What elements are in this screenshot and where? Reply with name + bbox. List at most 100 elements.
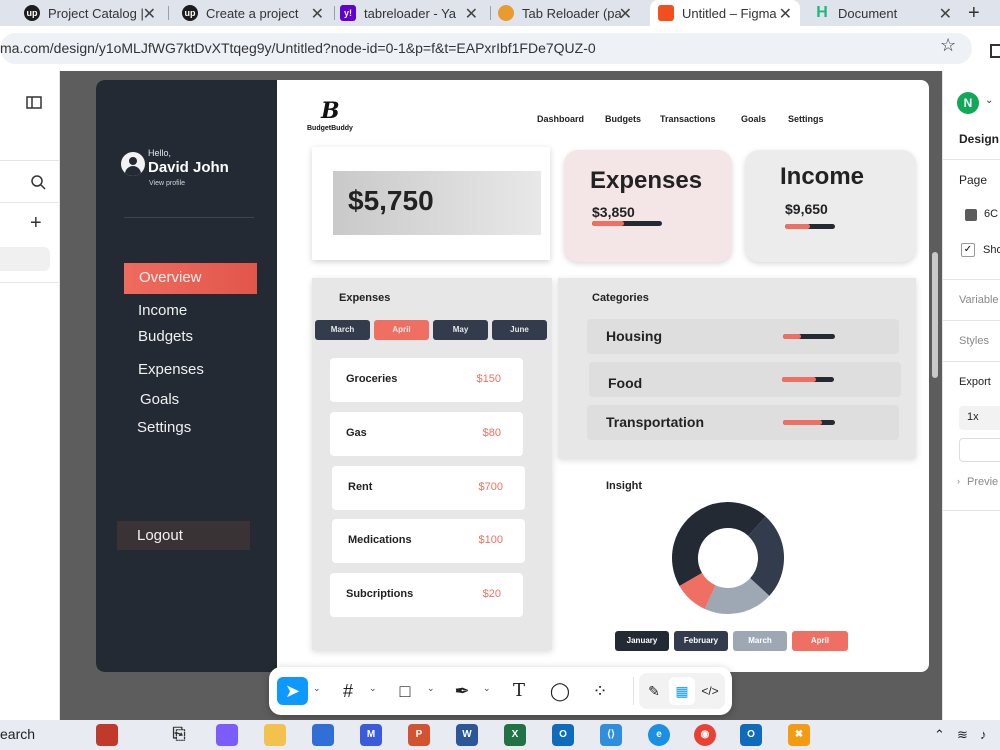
close-icon[interactable]: ✕ (939, 4, 952, 24)
month-tab-may[interactable]: May (433, 320, 488, 340)
export-button[interactable] (959, 438, 1000, 462)
nav-item-expenses[interactable]: Expenses (138, 361, 204, 378)
tray-chevron-up-icon[interactable]: ⌃ (934, 727, 945, 743)
topnav-dashboard[interactable]: Dashboard (537, 114, 584, 124)
draw-mode-icon[interactable]: ✎ (641, 677, 667, 705)
view-profile-link[interactable]: View profile (149, 180, 185, 187)
powerpoint-icon[interactable]: P (408, 724, 430, 746)
figma-right-panel: N ⌄ Design Page 6C ✓ Sho Variable Styles… (942, 71, 1000, 720)
insight-month-march[interactable]: March (733, 631, 787, 651)
tab-document[interactable]: H Document ✕ (814, 0, 960, 26)
month-tab-june[interactable]: June (492, 320, 547, 340)
chevron-right-icon[interactable]: › (957, 476, 960, 486)
close-icon[interactable]: ✕ (311, 4, 324, 24)
rectangle-tool-icon[interactable]: □ (392, 677, 418, 705)
variables-section[interactable]: Variable (959, 294, 999, 306)
actions-tool-icon[interactable]: ⁘ (587, 677, 613, 705)
dashboard-frame[interactable]: Hello, David John View profile Overview … (96, 80, 929, 672)
income-card[interactable]: Income $9,650 (745, 150, 916, 262)
chevron-down-icon[interactable]: ⌄ (313, 683, 321, 694)
lens-icon[interactable]: M (360, 724, 382, 746)
copilot-icon[interactable] (216, 724, 238, 746)
xampp-icon[interactable]: ✖ (788, 724, 810, 746)
chevron-down-icon[interactable]: ⌄ (985, 95, 993, 106)
nav-item-overview[interactable]: Overview (139, 269, 202, 286)
styles-section[interactable]: Styles (959, 335, 989, 347)
nav-item-goals[interactable]: Goals (140, 391, 179, 408)
expense-row[interactable]: Medications $100 (332, 519, 525, 563)
design-tab[interactable]: Design (959, 132, 999, 146)
category-row-food[interactable]: Food (589, 362, 901, 397)
store-icon[interactable] (312, 724, 334, 746)
insight-month-february[interactable]: February (674, 631, 728, 651)
topnav-budgets[interactable]: Budgets (605, 114, 641, 124)
outlook-new-icon[interactable]: O (740, 724, 762, 746)
logout-button[interactable]: Logout (117, 521, 250, 550)
page-section-label: Page (959, 173, 988, 187)
topnav-transactions[interactable]: Transactions (660, 114, 716, 124)
expense-row[interactable]: Gas $80 (330, 412, 523, 456)
chevron-down-icon[interactable]: ⌄ (369, 683, 377, 694)
page-list-item[interactable] (0, 247, 50, 271)
add-page-icon[interactable]: + (30, 212, 42, 235)
taskbar-search[interactable]: earch (0, 726, 35, 742)
export-scale-select[interactable]: 1x (959, 406, 1000, 430)
tab-create-project[interactable]: up Create a project ✕ (182, 0, 332, 26)
volume-icon[interactable]: ♪ (980, 727, 987, 742)
dev-mode-icon[interactable]: </> (697, 677, 723, 705)
expense-row[interactable]: Subcriptions $20 (330, 573, 523, 617)
tab-tabreloader-yahoo[interactable]: y! tabreloader - Ya ✕ (340, 0, 486, 26)
wifi-icon[interactable]: ≋ (957, 727, 968, 743)
category-row-transportation[interactable]: Transportation (587, 405, 899, 440)
nav-item-budgets[interactable]: Budgets (138, 328, 193, 345)
design-mode-icon[interactable]: ▦ (669, 677, 695, 705)
task-view-icon[interactable]: ⎘ (168, 724, 190, 746)
excel-icon[interactable]: X (504, 724, 526, 746)
tab-tab-reloader[interactable]: Tab Reloader (pa ✕ (498, 0, 640, 26)
word-icon[interactable]: W (456, 724, 478, 746)
close-icon[interactable]: ✕ (143, 4, 156, 24)
show-checkbox[interactable]: ✓ (961, 243, 975, 257)
topnav-goals[interactable]: Goals (741, 114, 766, 124)
expense-row[interactable]: Groceries $150 (330, 358, 523, 402)
sidebar-toggle-icon[interactable] (26, 96, 42, 109)
tab-label: Document (838, 5, 898, 21)
page-color-value[interactable]: 6C (984, 208, 998, 220)
nav-item-settings[interactable]: Settings (137, 419, 191, 436)
search-icon[interactable] (31, 175, 46, 190)
extension-icon[interactable] (990, 44, 1000, 58)
insight-month-april[interactable]: April (792, 631, 848, 651)
pen-tool-icon[interactable]: ✒ (449, 677, 475, 705)
tab-figma[interactable]: Untitled – Figma ✕ (650, 0, 800, 26)
expenses-card[interactable]: Expenses $3,850 (564, 150, 732, 262)
close-icon[interactable]: ✕ (619, 4, 632, 24)
move-tool-icon[interactable]: ➤ (277, 677, 308, 705)
outlook-icon[interactable]: O (552, 724, 574, 746)
topnav-settings[interactable]: Settings (788, 114, 824, 124)
vscode-icon[interactable]: ⟨⟩ (600, 724, 622, 746)
file-explorer-icon[interactable] (264, 724, 286, 746)
chevron-down-icon[interactable]: ⌄ (427, 683, 435, 694)
expense-row[interactable]: Rent $700 (332, 466, 525, 510)
bookmark-star-icon[interactable]: ☆ (940, 35, 956, 56)
text-tool-icon[interactable]: T (506, 677, 532, 705)
new-tab-button[interactable]: + (968, 2, 980, 25)
url-input[interactable]: ma.com/design/y1oMLJfWG7ktDvXTtqeg9y/Unt… (0, 33, 972, 64)
canvas-scrollbar[interactable] (932, 252, 938, 378)
nav-item-income[interactable]: Income (138, 302, 187, 319)
page-color-swatch[interactable] (965, 209, 977, 221)
comment-tool-icon[interactable]: ◯ (547, 677, 573, 705)
close-icon[interactable]: ✕ (465, 4, 478, 24)
edge-icon[interactable]: e (648, 724, 670, 746)
chrome-icon[interactable]: ◉ (694, 724, 716, 746)
month-tab-march[interactable]: March (315, 320, 370, 340)
frame-tool-icon[interactable]: # (335, 677, 361, 705)
preview-toggle[interactable]: Previe (967, 476, 998, 488)
tab-project-catalog[interactable]: up Project Catalog | ✕ (24, 0, 164, 26)
user-avatar[interactable]: N (957, 92, 979, 114)
chevron-down-icon[interactable]: ⌄ (483, 683, 491, 694)
month-tab-april[interactable]: April (374, 320, 429, 340)
category-row-housing[interactable]: Housing (587, 319, 899, 354)
insight-month-january[interactable]: January (615, 631, 669, 651)
close-icon[interactable]: ✕ (779, 4, 792, 24)
